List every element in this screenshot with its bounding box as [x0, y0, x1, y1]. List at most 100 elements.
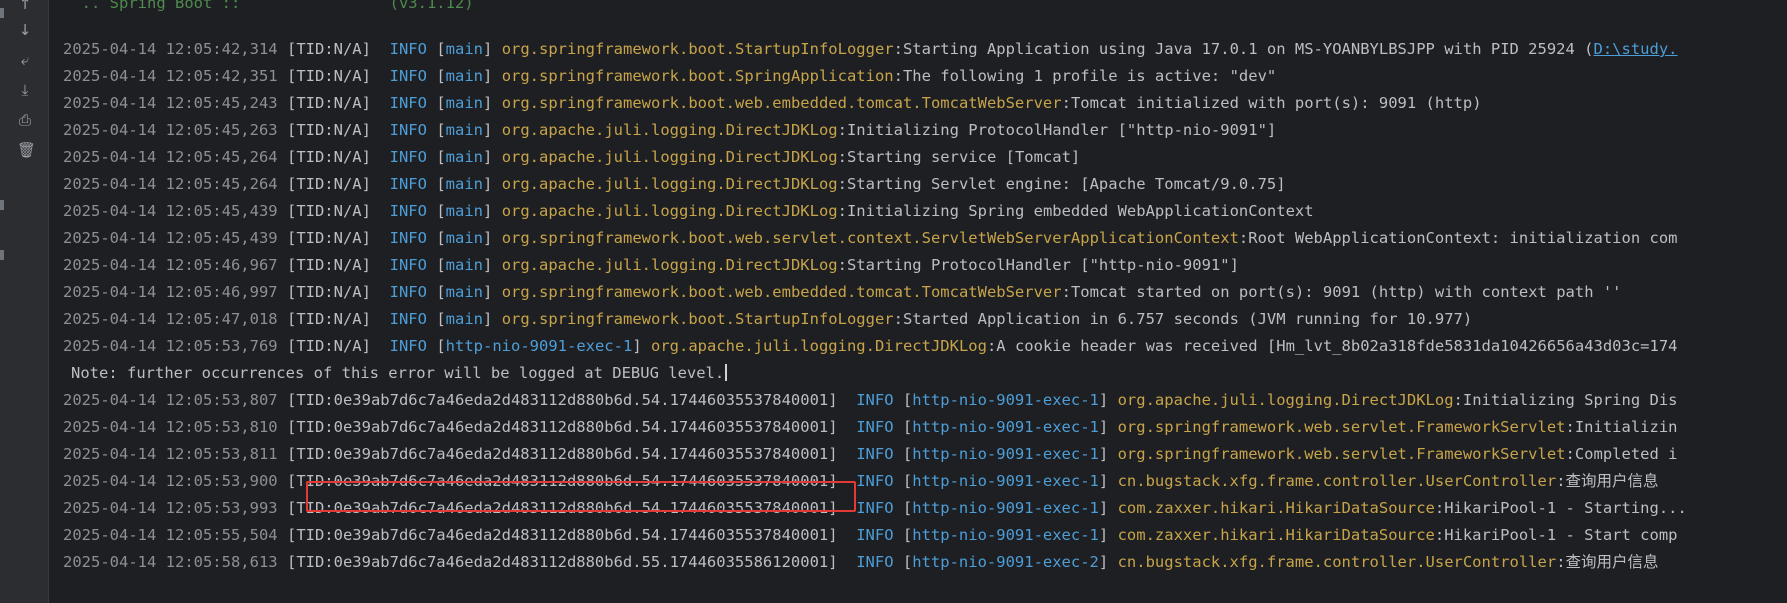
log-logger: cn.bugstack.xfg.frame.controller.UserCon… — [1117, 553, 1557, 571]
log-trace-id: [TID:0e39ab7d6c7a46eda2d483112d880b6d.54… — [286, 391, 838, 409]
log-line: 2025-04-14 12:05:55,504 [TID:0e39ab7d6c7… — [63, 526, 1678, 544]
log-thread: main — [445, 67, 483, 85]
log-trace-id: [TID:N/A] — [286, 202, 371, 220]
log-file-link[interactable]: D:\study. — [1594, 40, 1678, 58]
log-trace-id: [TID:0e39ab7d6c7a46eda2d483112d880b6d.54… — [286, 472, 838, 490]
log-timestamp: 2025-04-14 12:05:45,264 — [63, 175, 278, 193]
log-trace-id: [TID:N/A] — [286, 121, 371, 139]
log-logger: org.springframework.boot.StartupInfoLogg… — [501, 40, 894, 58]
print-icon[interactable]: ⎙ — [17, 112, 33, 128]
log-line: 2025-04-14 12:05:45,439 [TID:N/A] INFO [… — [63, 229, 1678, 247]
log-note-text: Note: further occurrences of this error … — [71, 364, 725, 382]
log-message: :Initializing Spring embedded WebApplica… — [837, 202, 1314, 220]
log-trace-id: [TID:0e39ab7d6c7a46eda2d483112d880b6d.54… — [286, 418, 838, 436]
gutter-marker — [0, 200, 4, 210]
log-message: :Tomcat started on port(s): 9091 (http) … — [1061, 283, 1622, 301]
console-toolbar: ↑ ↓ ⤶ ⤓ ⎙ 🗑 — [0, 0, 49, 603]
log-message: :查询用户信息 — [1556, 553, 1659, 571]
log-timestamp: 2025-04-14 12:05:58,613 — [63, 553, 278, 571]
log-timestamp: 2025-04-14 12:05:53,811 — [63, 445, 278, 463]
log-message: :Starting Servlet engine: [Apache Tomcat… — [837, 175, 1286, 193]
log-level: INFO — [837, 553, 894, 571]
log-logger: org.springframework.boot.SpringApplicati… — [501, 67, 894, 85]
log-thread: main — [445, 256, 483, 274]
log-thread: main — [445, 229, 483, 247]
log-thread: http-nio-9091-exec-1 — [445, 337, 633, 355]
log-level: INFO — [370, 283, 427, 301]
text-caret — [725, 364, 728, 381]
log-trace-id: [TID:0e39ab7d6c7a46eda2d483112d880b6d.54… — [286, 499, 838, 517]
log-level: INFO — [370, 40, 427, 58]
log-note-line: Note: further occurrences of this error … — [63, 360, 1687, 387]
log-message: :Initializing Spring Dis — [1453, 391, 1678, 409]
trash-icon[interactable]: 🗑 — [17, 142, 36, 158]
log-thread: http-nio-9091-exec-1 — [912, 418, 1099, 436]
log-timestamp: 2025-04-14 12:05:45,264 — [63, 148, 278, 166]
log-level: INFO — [837, 418, 894, 436]
log-line: 2025-04-14 12:05:53,810 [TID:0e39ab7d6c7… — [63, 418, 1678, 436]
log-logger: org.springframework.boot.web.servlet.con… — [501, 229, 1239, 247]
log-timestamp: 2025-04-14 12:05:53,769 — [63, 337, 278, 355]
log-line: 2025-04-14 12:05:45,264 [TID:N/A] INFO [… — [63, 148, 1081, 166]
log-timestamp: 2025-04-14 12:05:46,997 — [63, 283, 278, 301]
log-level: INFO — [370, 94, 427, 112]
log-message: :Starting service [Tomcat] — [837, 148, 1081, 166]
log-level: INFO — [370, 148, 427, 166]
log-timestamp: 2025-04-14 12:05:42,314 — [63, 40, 278, 58]
log-timestamp: 2025-04-14 12:05:45,243 — [63, 94, 278, 112]
log-thread: http-nio-9091-exec-1 — [912, 526, 1099, 544]
log-thread: http-nio-9091-exec-1 — [912, 445, 1099, 463]
log-trace-id: [TID:N/A] — [286, 229, 371, 247]
log-thread: http-nio-9091-exec-2 — [912, 553, 1099, 571]
log-line: 2025-04-14 12:05:53,811 [TID:0e39ab7d6c7… — [63, 445, 1678, 463]
log-timestamp: 2025-04-14 12:05:45,263 — [63, 121, 278, 139]
log-timestamp: 2025-04-14 12:05:45,439 — [63, 202, 278, 220]
log-trace-id: [TID:0e39ab7d6c7a46eda2d483112d880b6d.54… — [286, 445, 838, 463]
log-logger: org.springframework.boot.web.embedded.to… — [501, 283, 1062, 301]
scroll-to-end-icon[interactable]: ⤓ — [17, 82, 33, 98]
log-message: :Tomcat initialized with port(s): 9091 (… — [1061, 94, 1482, 112]
log-trace-id: [TID:N/A] — [286, 67, 371, 85]
log-level: INFO — [370, 121, 427, 139]
log-logger: cn.bugstack.xfg.frame.controller.UserCon… — [1117, 472, 1557, 490]
log-level: INFO — [370, 310, 427, 328]
log-trace-id: [TID:N/A] — [286, 310, 371, 328]
log-level: INFO — [370, 202, 427, 220]
log-line: 2025-04-14 12:05:46,997 [TID:N/A] INFO [… — [63, 283, 1622, 301]
log-logger: org.apache.juli.logging.DirectJDKLog — [501, 202, 838, 220]
log-thread: main — [445, 175, 483, 193]
arrow-down-icon[interactable]: ↓ — [17, 22, 33, 38]
log-lines: 2025-04-14 12:05:42,314 [TID:N/A] INFO [… — [63, 36, 1687, 576]
log-level: INFO — [370, 67, 427, 85]
startup-banner-fragment: .. Spring Boot :: (v3.1.12) — [63, 0, 474, 12]
log-timestamp: 2025-04-14 12:05:53,807 — [63, 391, 278, 409]
gutter-marker — [0, 8, 4, 18]
console-output[interactable]: .. Spring Boot :: (v3.1.12) 2025-04-14 1… — [49, 0, 1787, 603]
log-line: 2025-04-14 12:05:42,351 [TID:N/A] INFO [… — [63, 67, 1277, 85]
log-message: :A cookie header was received [Hm_lvt_8b… — [986, 337, 1678, 355]
log-trace-id: [TID:N/A] — [286, 256, 371, 274]
arrow-up-icon[interactable]: ↑ — [17, 0, 33, 12]
log-timestamp: 2025-04-14 12:05:46,967 — [63, 256, 278, 274]
log-message: :Root WebApplicationContext: initializat… — [1238, 229, 1678, 247]
log-line: 2025-04-14 12:05:53,900 [TID:0e39ab7d6c7… — [63, 472, 1659, 490]
log-line: 2025-04-14 12:05:46,967 [TID:N/A] INFO [… — [63, 256, 1239, 274]
log-logger: com.zaxxer.hikari.HikariDataSource — [1117, 526, 1435, 544]
log-thread: main — [445, 121, 483, 139]
log-level: INFO — [837, 472, 894, 490]
log-timestamp: 2025-04-14 12:05:53,810 — [63, 418, 278, 436]
log-message: :查询用户信息 — [1556, 472, 1659, 490]
log-message: :Initializin — [1565, 418, 1678, 436]
log-line: 2025-04-14 12:05:45,264 [TID:N/A] INFO [… — [63, 175, 1286, 193]
soft-wrap-icon[interactable]: ⤶ — [17, 52, 33, 68]
log-thread: http-nio-9091-exec-1 — [912, 391, 1099, 409]
log-line: 2025-04-14 12:05:45,263 [TID:N/A] INFO [… — [63, 121, 1277, 139]
log-level: INFO — [837, 526, 894, 544]
log-thread: main — [445, 40, 483, 58]
log-timestamp: 2025-04-14 12:05:45,439 — [63, 229, 278, 247]
log-logger: org.springframework.boot.StartupInfoLogg… — [501, 310, 894, 328]
log-thread: http-nio-9091-exec-1 — [912, 472, 1099, 490]
log-level: INFO — [370, 256, 427, 274]
log-level: INFO — [837, 445, 894, 463]
log-line: 2025-04-14 12:05:53,993 [TID:0e39ab7d6c7… — [63, 499, 1687, 517]
